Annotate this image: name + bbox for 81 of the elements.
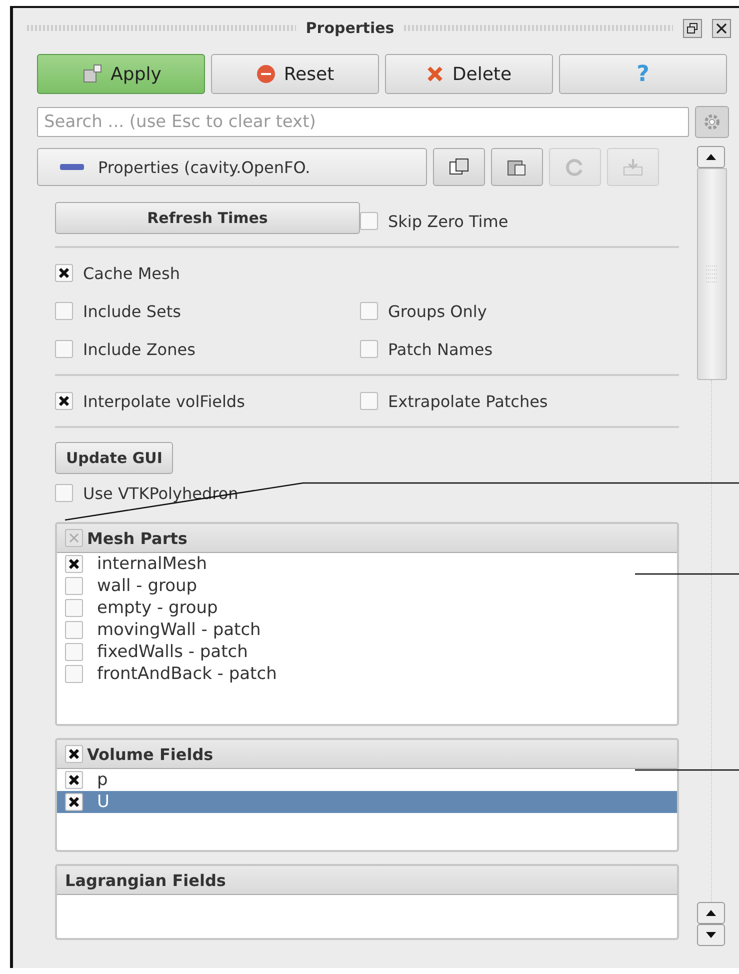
- check-mark-icon: [68, 774, 80, 786]
- apply-button[interactable]: Apply: [37, 54, 205, 94]
- reset-button[interactable]: Reset: [211, 54, 379, 94]
- checkbox[interactable]: [360, 212, 378, 230]
- scroll-up-button[interactable]: [697, 146, 725, 168]
- check-mark-icon: [58, 395, 70, 407]
- float-button[interactable]: [683, 18, 702, 38]
- checkbox[interactable]: [55, 392, 73, 410]
- list-item[interactable]: wall - group: [57, 575, 677, 597]
- up-arrow-icon: [706, 910, 716, 916]
- checkbox[interactable]: [65, 793, 83, 811]
- checkbox[interactable]: [65, 643, 83, 661]
- windows-icon: [687, 22, 698, 34]
- checkbox[interactable]: [360, 302, 378, 320]
- list-title: Lagrangian Fields: [65, 870, 226, 890]
- list-item-label: frontAndBack - patch: [97, 664, 277, 684]
- list-item[interactable]: fixedWalls - patch: [57, 641, 677, 663]
- check-mark-icon: [58, 267, 70, 279]
- checkbox-label: Interpolate volFields: [83, 392, 245, 410]
- checkbox[interactable]: [65, 621, 83, 639]
- checkbox[interactable]: [65, 529, 83, 547]
- close-icon: [716, 22, 728, 34]
- checkbox[interactable]: [65, 599, 83, 617]
- checkbox-label: Include Sets: [83, 302, 181, 320]
- list-title: Mesh Parts: [87, 528, 188, 548]
- list-item-label: internalMesh: [97, 554, 207, 574]
- update-gui-button[interactable]: Update GUI: [55, 442, 174, 474]
- delete-icon: [426, 65, 444, 83]
- scroll-down-button[interactable]: [697, 924, 725, 946]
- save-icon: [622, 157, 644, 177]
- down-arrow-icon: [706, 932, 716, 938]
- section-toggle[interactable]: Properties (cavity.OpenFO.: [37, 148, 427, 186]
- checkbox-label: Include Zones: [83, 340, 196, 358]
- delete-button[interactable]: Delete: [385, 54, 553, 94]
- checkbox[interactable]: [65, 771, 83, 789]
- checkbox[interactable]: [360, 340, 378, 358]
- checkbox-label: Extrapolate Patches: [388, 392, 548, 410]
- scroll-up-button[interactable]: [697, 902, 725, 924]
- list-item-label: U: [97, 792, 110, 812]
- list-item[interactable]: U: [57, 791, 677, 813]
- checkbox-label: Use VTKPolyhedron: [83, 484, 238, 502]
- list-item-label: p: [97, 770, 108, 790]
- list-item[interactable]: frontAndBack - patch: [57, 663, 677, 685]
- checkbox-label: Groups Only: [388, 302, 487, 320]
- cube-icon: [80, 64, 103, 84]
- refresh-times-button[interactable]: Refresh Times: [55, 202, 360, 234]
- checkbox[interactable]: [55, 340, 73, 358]
- list-item-label: wall - group: [97, 576, 198, 596]
- settings-button[interactable]: [695, 106, 729, 138]
- copy-button[interactable]: [433, 148, 485, 186]
- dash-icon: [60, 163, 84, 171]
- search-field[interactable]: Search ... (use Esc to clear text): [37, 107, 689, 137]
- checkbox[interactable]: [65, 555, 83, 573]
- close-button[interactable]: [712, 18, 732, 38]
- checkbox[interactable]: [360, 392, 378, 410]
- panel-title: Properties: [306, 19, 394, 37]
- copy-icon: [448, 157, 470, 177]
- scrollbar-thumb[interactable]: [697, 168, 727, 380]
- checkbox[interactable]: [65, 745, 83, 763]
- checkbox[interactable]: [65, 577, 83, 595]
- list-item-label: fixedWalls - patch: [97, 642, 248, 662]
- checkbox[interactable]: [65, 665, 83, 683]
- list-title: Volume Fields: [87, 744, 214, 764]
- check-mark-icon: [68, 558, 80, 570]
- list-item[interactable]: empty - group: [57, 597, 677, 619]
- list-item-label: empty - group: [97, 598, 218, 618]
- check-mark-icon: [68, 796, 80, 808]
- list-item-label: movingWall - patch: [97, 620, 261, 640]
- checkbox[interactable]: [55, 484, 73, 502]
- list-item[interactable]: movingWall - patch: [57, 619, 677, 641]
- gear-icon: [702, 112, 722, 132]
- checkbox-label: Patch Names: [388, 340, 493, 358]
- up-arrow-icon: [706, 154, 716, 160]
- checkbox-label: Skip Zero Time: [388, 212, 508, 230]
- list-item[interactable]: internalMesh: [57, 553, 677, 575]
- paste-button[interactable]: [491, 148, 543, 186]
- checkbox[interactable]: [55, 302, 73, 320]
- checkbox[interactable]: [55, 264, 73, 282]
- list-item[interactable]: p: [57, 769, 677, 791]
- checkbox-label: Cache Mesh: [83, 264, 180, 282]
- reset-icon: [256, 64, 276, 84]
